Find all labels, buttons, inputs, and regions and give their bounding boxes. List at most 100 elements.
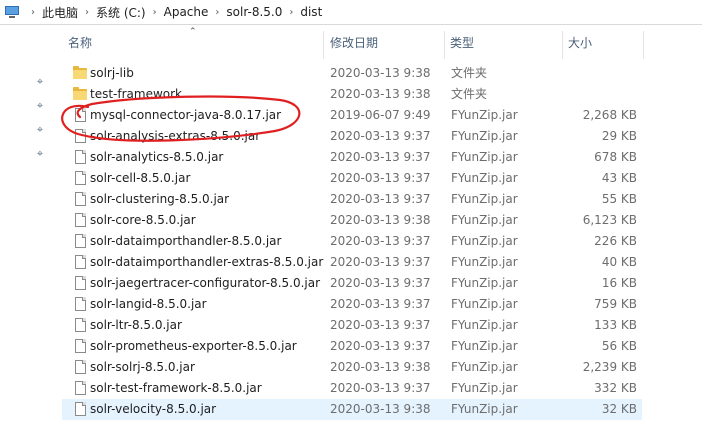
file-size: 226 KB [594,234,637,248]
file-date: 2020-03-13 9:37 [330,318,431,332]
breadcrumb-item-solr[interactable]: solr-8.5.0 [226,5,282,19]
file-icon [72,233,88,249]
breadcrumb-item-drive-c[interactable]: 系统 (C:) [96,4,146,21]
file-row[interactable]: test-framework 2020-03-13 9:38 文件夹 [62,84,642,105]
file-row[interactable]: solr-jaegertracer-configurator-8.5.0.jar… [62,273,642,294]
chevron-right-icon[interactable]: › [289,7,293,18]
file-type: 文件夹 [451,66,488,80]
file-name: solr-jaegertracer-configurator-8.5.0.jar [90,276,321,290]
file-date: 2020-03-13 9:37 [330,297,431,311]
file-icon [72,128,88,144]
file-name: solr-core-8.5.0.jar [90,213,196,227]
chevron-right-icon[interactable]: › [85,7,89,18]
file-row[interactable]: solrj-lib 2020-03-13 9:38 文件夹 [62,63,642,84]
file-icon [72,149,88,165]
file-row[interactable]: solr-core-8.5.0.jar 2020-03-13 9:38 FYunZi… [62,210,642,231]
column-header-type[interactable]: 类型 [442,25,560,62]
file-icon [72,254,88,270]
file-name: solr-clustering-8.5.0.jar [90,192,230,206]
file-row[interactable]: solr-cell-8.5.0.jar 2020-03-13 9:37 FYunZi… [62,168,642,189]
file-icon [72,401,88,417]
file-type: FYunZip.jar [451,381,518,395]
file-name: solr-solrj-8.5.0.jar [90,360,195,374]
file-row[interactable]: solr-analysis-extras-8.5.0.jar 2020-03-13… [62,126,642,147]
file-date: 2020-03-13 9:37 [330,234,431,248]
column-header-size[interactable]: 大小 [560,25,640,62]
file-date: 2020-03-13 9:38 [330,213,431,227]
file-type: FYunZip.jar [451,171,518,185]
file-size: 759 KB [594,297,637,311]
breadcrumb-item-this-pc[interactable]: 此电脑 [42,4,78,21]
file-type: FYunZip.jar [451,402,518,416]
file-size: 332 KB [594,381,637,395]
pin-icon: ⌖ [36,99,44,112]
file-icon [72,191,88,207]
file-name: test-framework [90,87,182,101]
file-size: 2,239 KB [582,360,637,374]
column-header-name[interactable]: 名称 [60,25,322,62]
file-type: FYunZip.jar [451,129,518,143]
file-row[interactable]: solr-test-framework-8.5.0.jar 2020-03-13 … [62,378,642,399]
file-date: 2020-03-13 9:37 [330,150,431,164]
file-size: 6,123 KB [582,213,637,227]
file-type: FYunZip.jar [451,339,518,353]
column-header-row: ⌃ 名称 修改日期 类型 大小 [60,25,702,62]
column-divider[interactable] [643,31,644,59]
file-type: FYunZip.jar [451,108,518,122]
file-type: 文件夹 [451,87,488,101]
file-type: FYunZip.jar [451,297,518,311]
column-header-date[interactable]: 修改日期 [322,25,442,62]
file-size: 2,268 KB [582,108,637,122]
file-icon [72,212,88,228]
file-date: 2020-03-13 9:37 [330,192,431,206]
file-row[interactable]: solr-analytics-8.5.0.jar 2020-03-13 9:37 F… [62,147,642,168]
file-type: FYunZip.jar [451,213,518,227]
file-row[interactable]: solr-solrj-8.5.0.jar 2020-03-13 9:38 FYunZ… [62,357,642,378]
file-date: 2020-03-13 9:37 [330,255,431,269]
file-name: solr-prometheus-exporter-8.5.0.jar [90,339,297,353]
this-pc-icon [4,5,20,19]
file-type: FYunZip.jar [451,192,518,206]
file-date: 2020-03-13 9:37 [330,171,431,185]
file-date: 2020-03-13 9:37 [330,129,431,143]
file-size: 56 KB [601,339,637,353]
file-icon [72,338,88,354]
file-icon [72,359,88,375]
breadcrumb-item-apache[interactable]: Apache [164,5,209,19]
chevron-right-icon[interactable]: › [153,7,157,18]
file-name: solr-cell-8.5.0.jar [90,171,191,185]
file-name: mysql-connector-java-8.0.17.jar [90,108,282,122]
file-size: 40 KB [601,255,637,269]
file-size: 32 KB [601,402,637,416]
file-size: 16 KB [601,276,637,290]
file-type: FYunZip.jar [451,276,518,290]
file-name: solr-dataimporthandler-8.5.0.jar [90,234,282,248]
file-row[interactable]: solr-clustering-8.5.0.jar 2020-03-13 9:37… [62,189,642,210]
file-name: solr-test-framework-8.5.0.jar [90,381,262,395]
file-row[interactable]: solr-dataimporthandler-8.5.0.jar 2020-03-… [62,231,642,252]
file-icon [72,317,88,333]
file-size: 55 KB [601,192,637,206]
breadcrumb-item-dist[interactable]: dist [300,5,322,19]
chevron-right-icon[interactable]: › [31,7,35,18]
file-icon [72,296,88,312]
file-icon [72,107,88,123]
folder-icon [72,65,88,81]
file-name: solrj-lib [90,66,134,80]
file-type: FYunZip.jar [451,150,518,164]
file-type: FYunZip.jar [451,255,518,269]
chevron-right-icon[interactable]: › [215,7,219,18]
file-row[interactable]: solr-prometheus-exporter-8.5.0.jar 2020-0… [62,336,642,357]
file-name: solr-velocity-8.5.0.jar [90,402,217,416]
file-row[interactable]: solr-velocity-8.5.0.jar 2020-03-13 9:38 FY… [62,399,642,420]
file-row[interactable]: solr-langid-8.5.0.jar 2020-03-13 9:37 FYun… [62,294,642,315]
file-date: 2020-03-13 9:38 [330,87,431,101]
file-row[interactable]: mysql-connector-java-8.0.17.jar 2019-06-0… [62,105,642,126]
file-date: 2020-03-13 9:38 [330,66,431,80]
file-row[interactable]: solr-dataimporthandler-extras-8.5.0.jar 2… [62,252,642,273]
file-name: solr-analysis-extras-8.5.0.jar [90,129,261,143]
file-row[interactable]: solr-ltr-8.5.0.jar 2020-03-13 9:37 FYunZip… [62,315,642,336]
file-size: 43 KB [601,171,637,185]
file-name: solr-analytics-8.5.0.jar [90,150,224,164]
address-bar[interactable]: › 此电脑 › 系统 (C:) › Apache › solr-8.5.0 › … [0,0,702,25]
